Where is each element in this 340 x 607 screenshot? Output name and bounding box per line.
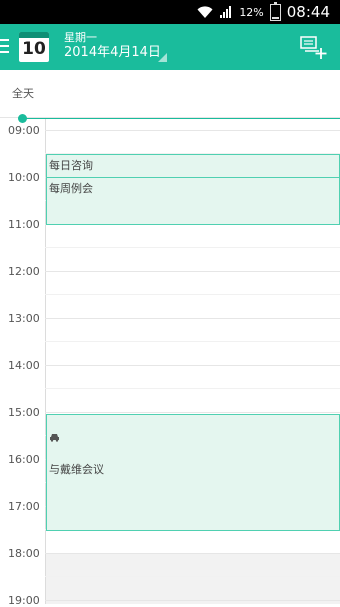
hour-label: 17:00 — [8, 500, 40, 513]
half-hour-line — [45, 341, 340, 342]
event-title: 与戴维会议 — [49, 463, 104, 476]
hour-label: 19:00 — [8, 594, 40, 607]
hour-label: 13:00 — [8, 312, 40, 325]
event-title: 每日咨询 — [49, 159, 93, 172]
hour-line — [45, 600, 340, 601]
hour-label: 11:00 — [8, 218, 40, 231]
dropdown-indicator-icon — [158, 53, 167, 62]
day-grid[interactable]: 09:00 10:00 11:00 12:00 13:00 14:00 15:0… — [0, 114, 340, 607]
car-icon — [50, 434, 59, 442]
wifi-icon — [197, 6, 213, 18]
event-block[interactable]: 每日咨询 — [46, 154, 340, 178]
evening-shade — [46, 554, 340, 604]
date-label: 2014年4月14日 — [64, 45, 161, 60]
battery-icon — [269, 1, 281, 21]
menu-icon[interactable] — [0, 39, 10, 53]
hour-label: 14:00 — [8, 359, 40, 372]
hour-line — [45, 130, 340, 131]
event-block[interactable]: 每周例会 — [46, 177, 340, 225]
half-hour-line — [45, 247, 340, 248]
hour-line — [45, 365, 340, 366]
hour-label: 18:00 — [8, 547, 40, 560]
calendar-day-number: 10 — [22, 39, 46, 59]
current-time-line — [22, 118, 340, 119]
hour-label: 16:00 — [8, 453, 40, 466]
all-day-row[interactable]: 全天 — [0, 70, 340, 118]
event-title: 每周例会 — [49, 182, 93, 195]
weekday-label: 星期一 — [64, 31, 97, 44]
add-event-icon[interactable] — [299, 34, 329, 60]
half-hour-line — [45, 576, 340, 577]
hour-line — [45, 318, 340, 319]
half-hour-line — [45, 388, 340, 389]
app-bar: 10 星期一 2014年4月14日 — [0, 24, 340, 70]
event-block[interactable]: 与戴维会议 — [46, 414, 340, 531]
half-hour-line — [45, 294, 340, 295]
calendar-today-button[interactable]: 10 — [19, 32, 49, 62]
hour-line — [45, 412, 340, 413]
hour-label: 10:00 — [8, 171, 40, 184]
hour-label: 09:00 — [8, 124, 40, 137]
status-bar: 12% 08:44 — [0, 0, 340, 24]
hour-line — [45, 553, 340, 554]
all-day-label: 全天 — [12, 87, 34, 100]
clock: 08:44 — [286, 3, 330, 21]
battery-percent: 12% — [239, 5, 264, 19]
signal-icon — [220, 6, 232, 18]
date-selector[interactable]: 星期一 2014年4月14日 — [64, 31, 161, 61]
hour-label: 12:00 — [8, 265, 40, 278]
hour-label: 15:00 — [8, 406, 40, 419]
current-time-dot — [18, 114, 27, 123]
hour-line — [45, 271, 340, 272]
